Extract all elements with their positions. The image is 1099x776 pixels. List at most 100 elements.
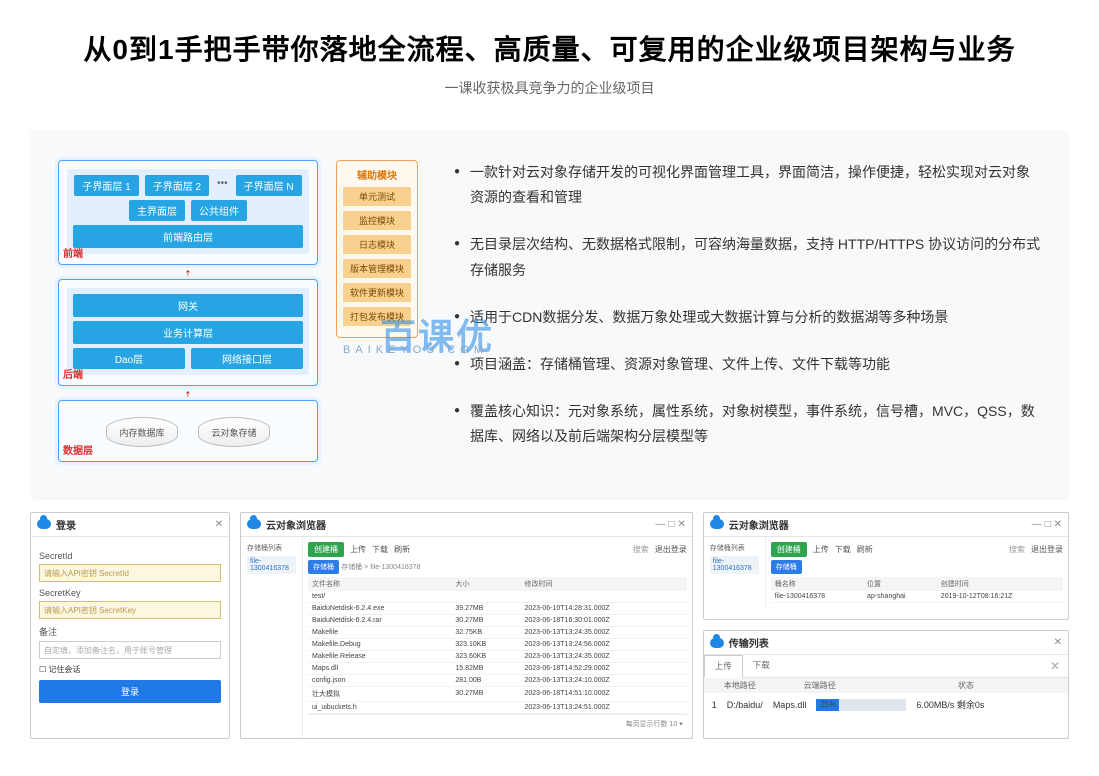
table-row[interactable]: config.json281.00B2023-06-13T13:24:10.00…	[308, 674, 687, 686]
bullet-item: 无目录层次结构、无数据格式限制，可容纳海量数据，支持 HTTP/HTTPS 协议…	[470, 232, 1041, 282]
architecture-diagram: 子界面层 1 子界面层 2 ••• 子界面层 N 主界面层 公共组件 前端路由层…	[58, 160, 418, 468]
download-button[interactable]: 下载	[835, 544, 851, 555]
watermark-sub: BAIKEYOU.COM	[343, 344, 488, 356]
arch-box: 业务计算层	[73, 321, 303, 344]
table-row[interactable]: Maps.dll15.82MB2023-06-18T14:52:29.000Z	[308, 662, 687, 674]
secretkey-label: SecretKey	[39, 588, 221, 598]
col-cloud[interactable]: 云端路径	[804, 680, 864, 691]
col-size[interactable]: 大小	[451, 577, 520, 591]
col-location[interactable]: 位置	[863, 577, 937, 591]
table-row[interactable]: file-1300416378ap-shanghai2019-10-12T08:…	[771, 591, 1063, 603]
bucket-item[interactable]: file-1300416378	[247, 556, 296, 574]
table-row[interactable]: Makefile.Debug323.10KB2023-06-13T13:24:5…	[308, 638, 687, 650]
table-row[interactable]: test/	[308, 591, 687, 603]
logout-link[interactable]: 退出登录	[1031, 544, 1063, 555]
row-index: 1	[712, 700, 717, 710]
aux-title: 辅助模块	[343, 167, 411, 182]
aux-item: 单元测试	[343, 187, 411, 206]
aux-panel: 辅助模块 单元测试 监控模块 日志模块 版本管理模块 软件更新模块 打包发布模块	[336, 160, 418, 338]
aux-item: 软件更新模块	[343, 283, 411, 302]
secretkey-input[interactable]: 请输入API密钥 SecretKey	[39, 601, 221, 619]
secretid-label: SecretId	[39, 551, 221, 561]
progress-bar: 25%	[816, 699, 906, 711]
aux-item: 监控模块	[343, 211, 411, 230]
search-link[interactable]: 搜索	[1009, 544, 1025, 555]
table-row[interactable]: BaiduNetdisk-6.2.4.exe39.27MB2023-06-10T…	[308, 602, 687, 614]
minimize-icon[interactable]: —	[655, 519, 665, 530]
close-icon[interactable]: ✕	[1054, 637, 1062, 648]
arch-box: 前端路由层	[73, 225, 303, 248]
tab-upload[interactable]: 上传	[704, 655, 743, 678]
arch-box: Dao层	[73, 348, 185, 369]
maximize-icon[interactable]: □	[668, 519, 674, 530]
feature-list: 一款针对云对象存储开发的可视化界面管理工具，界面简洁，操作便捷，轻松实现对云对象…	[454, 160, 1041, 472]
tab-download[interactable]: 下载	[743, 655, 780, 677]
logout-link[interactable]: 退出登录	[655, 544, 687, 555]
search-link[interactable]: 搜索	[633, 544, 649, 555]
arch-box: 子界面层 2	[145, 175, 209, 196]
col-name[interactable]: 文件名称	[308, 577, 451, 591]
create-bucket-button[interactable]: 创建桶	[308, 542, 344, 557]
local-path: D:/baidu/	[727, 700, 763, 710]
transfer-row[interactable]: 1 D:/baidu/ Maps.dll 25% 6.00MB/s 剩余0s	[704, 693, 1068, 716]
bullet-item: 一款针对云对象存储开发的可视化界面管理工具，界面简洁，操作便捷，轻松实现对云对象…	[470, 160, 1041, 210]
remember-checkbox[interactable]: ☐ 记住会话	[39, 664, 221, 675]
arch-box: 子界面层 N	[236, 175, 302, 196]
refresh-button[interactable]: 刷新	[394, 544, 410, 555]
upload-button[interactable]: 上传	[813, 544, 829, 555]
cloud-icon	[37, 519, 51, 529]
login-title: 登录	[56, 517, 76, 532]
side-section-label: 存储桶列表	[710, 543, 759, 553]
arch-section-label: 前端	[63, 245, 83, 260]
page-subtitle: 一课收获极具竞争力的企业级项目	[0, 78, 1099, 98]
col-mtime[interactable]: 修改时间	[520, 577, 686, 591]
close-icon[interactable]: ✕	[1054, 519, 1062, 530]
col-status[interactable]: 状态	[864, 680, 1068, 691]
side-section-label: 存储桶列表	[247, 543, 296, 553]
col-idx	[704, 680, 724, 691]
arch-box: 子界面层 1	[74, 175, 138, 196]
close-icon[interactable]: ✕	[215, 519, 223, 530]
close-icon[interactable]: ✕	[677, 519, 685, 530]
minimize-icon[interactable]: —	[1032, 519, 1042, 530]
pager[interactable]: 每页显示行数 10 ▾	[308, 714, 687, 733]
refresh-button[interactable]: 刷新	[857, 544, 873, 555]
aux-item: 版本管理模块	[343, 259, 411, 278]
maximize-icon[interactable]: □	[1045, 519, 1051, 530]
browser-title: 云对象浏览器	[266, 517, 326, 532]
arch-section-label: 数据层	[63, 442, 93, 457]
table-row[interactable]: Makefile.Release323.60KB2023-06-13T13:24…	[308, 650, 687, 662]
table-row[interactable]: BaiduNetdisk-6.2.4.rar30.27MB2023-06-18T…	[308, 614, 687, 626]
browser2-title: 云对象浏览器	[729, 517, 789, 532]
close-tab-icon[interactable]: ✕	[1042, 655, 1068, 677]
aux-item: 日志模块	[343, 235, 411, 254]
arch-cylinder: 内存数据库	[106, 417, 178, 447]
table-row[interactable]: 壮大模拟30.27MB2023-06-18T14:51:10.000Z	[308, 686, 687, 701]
create-bucket-button[interactable]: 创建桶	[771, 542, 807, 557]
cloud-icon	[247, 519, 261, 529]
bucket-item[interactable]: file-1300416378	[710, 556, 759, 574]
bullet-item: 项目涵盖：存储桶管理、资源对象管理、文件上传、文件下载等功能	[470, 352, 890, 377]
bucket-table: 桶名称 位置 创建时间 file-1300416378ap-shanghai20…	[771, 577, 1063, 603]
login-button[interactable]: 登录	[39, 680, 221, 703]
remark-input[interactable]: 自定填，添加备注名，用于账号管理	[39, 641, 221, 659]
speed-text: 6.00MB/s 剩余0s	[916, 698, 984, 711]
download-button[interactable]: 下载	[372, 544, 388, 555]
transfer-title: 传输列表	[729, 635, 769, 650]
file-table: 文件名称 大小 修改时间 test/BaiduNetdisk-6.2.4.exe…	[308, 577, 687, 714]
remark-label: 备注	[39, 625, 221, 638]
secretid-input[interactable]: 请输入API密钥 SecretId	[39, 564, 221, 582]
bullet-item: 适用于CDN数据分发、数据万象处理或大数据计算与分析的数据湖等多种场景	[470, 305, 948, 330]
table-row[interactable]: Makefile32.75KB2023-06-13T13:24:35.000Z	[308, 626, 687, 638]
breadcrumb-tag[interactable]: 存储桶	[771, 560, 802, 574]
upload-button[interactable]: 上传	[350, 544, 366, 555]
breadcrumb-tag[interactable]: 存储桶	[308, 560, 339, 574]
arch-box: 主界面层	[129, 200, 185, 221]
arch-box: 网络接口层	[191, 348, 303, 369]
bullet-item: 覆盖核心知识：元对象系统，属性系统，对象树模型，事件系统，信号槽，MVC，QSS…	[470, 399, 1041, 449]
col-ctime[interactable]: 创建时间	[937, 577, 1063, 591]
breadcrumb-path: 存储桶 > file-1300416378	[341, 564, 420, 571]
col-bucket[interactable]: 桶名称	[771, 577, 863, 591]
col-local[interactable]: 本地路径	[724, 680, 804, 691]
table-row[interactable]: ui_uibuckets.h2023-06-13T13:24:51.000Z	[308, 701, 687, 713]
